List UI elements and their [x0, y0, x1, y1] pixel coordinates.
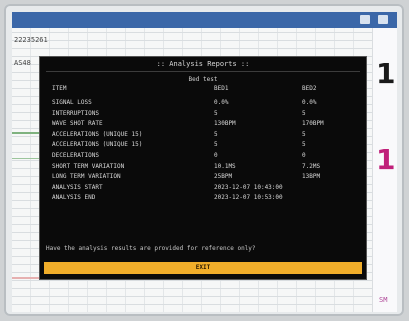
- table-cell: ACCELERATIONS (UNIQUE 15): [52, 130, 143, 138]
- table-cell: 170BPM: [302, 120, 324, 128]
- bed-label: Bed test: [188, 76, 218, 83]
- table-cell: 2023-12-07 10:53:00: [214, 194, 283, 202]
- table-cell: ANALYSIS END: [52, 194, 96, 202]
- table-cell: 7.2MS: [302, 162, 321, 170]
- table-row: SHORT TERM VARIATION 10.1MS 7.2MS: [52, 163, 352, 174]
- table-cell: SIGNAL LOSS: [52, 99, 92, 106]
- table-cell: ACCELERATIONS (UNIQUE 15): [52, 141, 143, 149]
- waveform-marker: [12, 277, 42, 279]
- vital-number: 12: [376, 57, 397, 90]
- analysis-reports-dialog: :: Analysis Reports :: Bed test ITEM BED…: [39, 56, 367, 280]
- table-cell: 5: [302, 130, 306, 138]
- table-cell: 0: [302, 151, 306, 159]
- table-cell: DECELERATIONS: [52, 151, 99, 159]
- table-row: ANALYSIS END 2023-12-07 10:53:00: [52, 194, 352, 205]
- table-cell: 0: [214, 151, 218, 159]
- column-header: ITEM: [52, 85, 67, 92]
- background-label: AS48: [14, 59, 31, 67]
- table-row: WAVE SHOT RATE 130BPM 170BPM: [52, 120, 352, 131]
- exit-button[interactable]: EXIT: [44, 262, 362, 274]
- monitor-icon[interactable]: [360, 15, 370, 24]
- window-title-bar: [12, 12, 397, 28]
- table-cell: 5: [302, 141, 306, 149]
- column-header: BED2: [302, 85, 317, 92]
- table-row: ANALYSIS START 2023-12-07 10:43:00: [52, 184, 352, 195]
- disclaimer-text: Have the analysis results are provided f…: [46, 245, 256, 252]
- table-row: DECELERATIONS 0 0: [52, 152, 352, 163]
- divider: [46, 71, 360, 72]
- table-cell: SHORT TERM VARIATION: [52, 162, 125, 170]
- table-cell: 5: [214, 141, 218, 149]
- table-cell: ANALYSIS START: [52, 183, 103, 191]
- table-row: ACCELERATIONS (UNIQUE 15) 5 5: [52, 141, 352, 152]
- settings-icon[interactable]: [378, 15, 388, 24]
- table-cell: LONG TERM VARIATION: [52, 173, 121, 181]
- table-cell: 5: [214, 130, 218, 138]
- table-cell: 0.0%: [302, 99, 317, 106]
- background-label: 22235261: [14, 36, 48, 44]
- table-cell: 13BPM: [302, 173, 321, 181]
- table-cell: 5: [214, 109, 218, 117]
- vital-small-label: SM: [379, 296, 388, 304]
- table-row: LONG TERM VARIATION 25BPM 13BPM: [52, 173, 352, 184]
- table-cell: 2023-12-07 10:43:00: [214, 183, 283, 191]
- table-cell: 130BPM: [214, 120, 236, 128]
- table-cell: WAVE SHOT RATE: [52, 120, 103, 128]
- table-cell: 0.0%: [214, 99, 229, 106]
- table-cell: INTERRUPTIONS: [52, 109, 99, 117]
- dialog-title: :: Analysis Reports ::: [156, 60, 250, 68]
- table-row: ACCELERATIONS (UNIQUE 15) 5 5: [52, 131, 352, 142]
- waveform-trace: [12, 132, 42, 159]
- table-row: INTERRUPTIONS 5 5: [52, 110, 352, 121]
- right-vitals-panel: 12 12 SM: [372, 28, 397, 312]
- table-cell: 5: [302, 109, 306, 117]
- table-row: SIGNAL LOSS 0.0% 0.0%: [52, 99, 352, 110]
- results-table: SIGNAL LOSS 0.0% 0.0% INTERRUPTIONS 5 5 WAVE S…: [52, 99, 352, 205]
- column-header: BED1: [214, 85, 229, 92]
- table-cell: 10.1MS: [214, 162, 236, 170]
- table-cell: 25BPM: [214, 173, 233, 181]
- vital-number: 12: [376, 143, 397, 176]
